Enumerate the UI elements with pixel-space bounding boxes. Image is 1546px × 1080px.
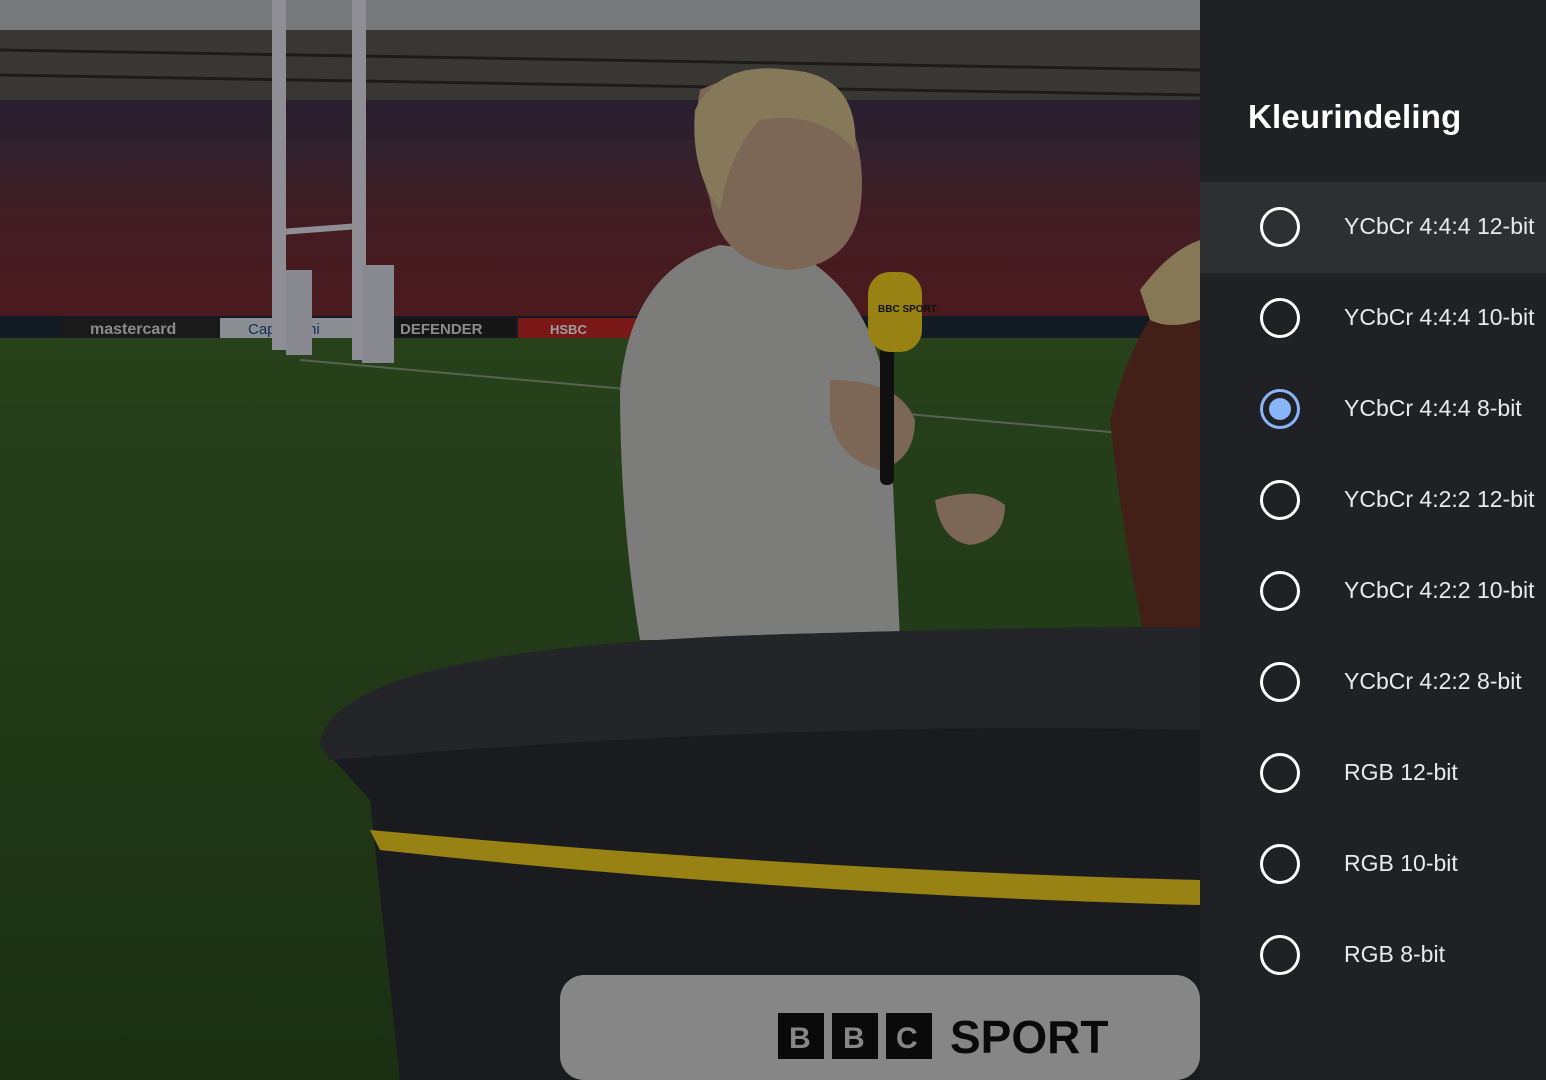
option-label: RGB 12-bit <box>1344 759 1458 785</box>
panel-header: Kleurindeling <box>1200 0 1546 182</box>
option-ycbcr-444-10bit[interactable]: YCbCr 4:4:4 10-bit <box>1200 273 1546 364</box>
option-rgb-10bit[interactable]: RGB 10-bit <box>1200 819 1546 910</box>
option-rgb-8bit[interactable]: RGB 8-bit <box>1200 910 1546 1001</box>
video-dim-overlay <box>0 0 1200 1080</box>
radio-icon[interactable] <box>1260 298 1300 338</box>
radio-icon[interactable] <box>1260 753 1300 793</box>
radio-icon[interactable] <box>1260 662 1300 702</box>
option-label: RGB 10-bit <box>1344 850 1458 876</box>
panel-title: Kleurindeling <box>1248 98 1462 135</box>
option-label: YCbCr 4:4:4 10-bit <box>1344 304 1535 330</box>
option-ycbcr-422-8bit[interactable]: YCbCr 4:2:2 8-bit <box>1200 637 1546 728</box>
option-label: YCbCr 4:4:4 12-bit <box>1344 213 1535 239</box>
radio-icon[interactable] <box>1260 844 1300 884</box>
radio-icon[interactable] <box>1260 935 1300 975</box>
option-label: YCbCr 4:4:4 8-bit <box>1344 395 1522 421</box>
option-label: YCbCr 4:2:2 12-bit <box>1344 486 1535 512</box>
screen: mastercard Capgemini DEFENDER HSBC <box>0 0 1546 1080</box>
video-background: mastercard Capgemini DEFENDER HSBC <box>0 0 1200 1080</box>
settings-panel: Kleurindeling YCbCr 4:4:4 12-bit YCbCr 4… <box>1200 0 1546 1080</box>
radio-icon[interactable] <box>1260 571 1300 611</box>
option-ycbcr-422-10bit[interactable]: YCbCr 4:2:2 10-bit <box>1200 546 1546 637</box>
option-ycbcr-444-8bit[interactable]: YCbCr 4:4:4 8-bit <box>1200 364 1546 455</box>
option-ycbcr-422-12bit[interactable]: YCbCr 4:2:2 12-bit <box>1200 455 1546 546</box>
option-ycbcr-444-12bit[interactable]: YCbCr 4:4:4 12-bit <box>1200 182 1546 273</box>
option-label: YCbCr 4:2:2 8-bit <box>1344 668 1522 694</box>
radio-checked-icon[interactable] <box>1260 389 1300 429</box>
option-label: RGB 8-bit <box>1344 941 1445 967</box>
radio-icon[interactable] <box>1260 480 1300 520</box>
color-format-options: YCbCr 4:4:4 12-bit YCbCr 4:4:4 10-bit YC… <box>1200 182 1546 1001</box>
option-rgb-12bit[interactable]: RGB 12-bit <box>1200 728 1546 819</box>
option-label: YCbCr 4:2:2 10-bit <box>1344 577 1535 603</box>
radio-icon[interactable] <box>1260 207 1300 247</box>
